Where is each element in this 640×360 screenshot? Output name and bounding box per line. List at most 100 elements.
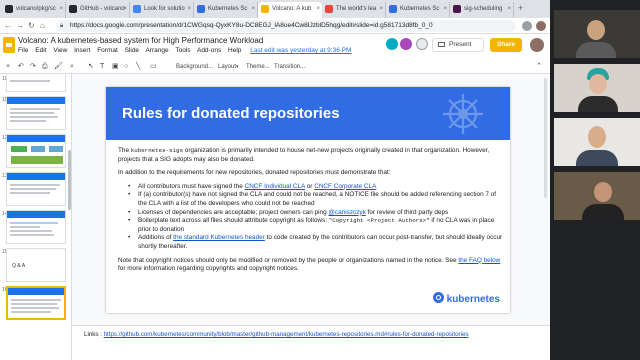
comment-icon[interactable]: ▭ xyxy=(150,61,157,73)
comments-icon[interactable] xyxy=(416,38,428,50)
list-item: Licenses of dependencies are acceptable;… xyxy=(126,209,504,218)
add-slide-icon[interactable]: + xyxy=(6,61,10,73)
collaborator-avatar[interactable] xyxy=(386,38,398,50)
slide[interactable]: Rules for donated repositories The kuber… xyxy=(106,87,510,313)
undo-icon[interactable]: ↶ xyxy=(18,61,24,73)
browser-tab[interactable]: Look for solutio × xyxy=(130,2,194,18)
slide-thumbnail[interactable] xyxy=(6,172,66,206)
theme-button[interactable]: Theme... xyxy=(246,61,270,73)
tab-strip: volcano/pkg/sc × GitHub - volcano × Look f… xyxy=(0,0,550,18)
zoom-icon[interactable]: ⌕ xyxy=(70,61,74,73)
text-run: for review of third party deps xyxy=(365,208,449,216)
forward-icon[interactable]: → xyxy=(16,20,24,32)
url-input[interactable]: 🔒︎ https://docs.google.com/presentation/… xyxy=(56,20,516,32)
redo-icon[interactable]: ↷ xyxy=(30,61,36,73)
slide-thumbnail-selected[interactable] xyxy=(6,286,66,320)
kubernetes-header-link[interactable]: the standard Kubernetes header xyxy=(173,234,265,241)
tab-label: volcano/pkg/sc xyxy=(16,6,56,12)
print-icon[interactable]: ⎙ xyxy=(42,61,48,73)
kubernetes-wheel-icon xyxy=(432,292,444,303)
participant-tile[interactable] xyxy=(554,10,640,58)
faq-link[interactable]: the FAQ below xyxy=(458,257,500,264)
cncf-corporate-cla-link[interactable]: CNCF Corporate CLA xyxy=(314,183,376,190)
close-icon[interactable]: × xyxy=(443,2,447,16)
close-icon[interactable]: × xyxy=(379,2,383,16)
menu-add-ons[interactable]: Add-ons xyxy=(197,47,221,54)
close-icon[interactable]: × xyxy=(507,2,511,16)
close-icon[interactable]: × xyxy=(251,2,255,16)
browser-tab[interactable]: Kubernetes Sc × xyxy=(386,2,450,18)
requirement-paragraph: In addition to the requirements for new … xyxy=(118,169,391,177)
browser-tab[interactable]: sig-scheduling × xyxy=(450,2,514,18)
transition-button[interactable]: Transition... xyxy=(274,61,305,73)
participant-tile[interactable] xyxy=(554,64,640,112)
list-item: All contributors must have signed the CN… xyxy=(126,183,504,192)
share-button[interactable]: Share xyxy=(490,38,522,52)
caniszczyk-link[interactable]: @caniszczyk xyxy=(328,209,365,216)
participant-body xyxy=(576,42,616,58)
github-icon xyxy=(5,5,13,13)
site-icon xyxy=(325,5,333,13)
slide-thumbnail[interactable] xyxy=(6,74,66,92)
present-button[interactable]: Present xyxy=(432,38,484,52)
profile-icon[interactable] xyxy=(536,21,546,31)
line-icon[interactable]: ╲ xyxy=(136,61,140,73)
menu-tools[interactable]: Tools xyxy=(175,47,190,54)
paint-format-icon[interactable]: 🖌︎ xyxy=(54,61,63,73)
extension-icon[interactable] xyxy=(522,21,532,31)
menu-insert[interactable]: Insert xyxy=(74,47,90,54)
menu-slide[interactable]: Slide xyxy=(125,47,139,54)
tab-label: Volcano: A kub xyxy=(272,6,312,12)
shape-icon[interactable]: ○ xyxy=(124,61,128,73)
browser-tab-active[interactable]: Volcano: A kub × xyxy=(258,2,322,18)
participant-body xyxy=(582,204,624,220)
textbox-icon[interactable]: T xyxy=(100,61,104,73)
participant-tile[interactable] xyxy=(554,118,640,166)
collaborator-avatar[interactable] xyxy=(400,38,412,50)
select-icon[interactable]: ↖ xyxy=(88,61,94,73)
back-icon[interactable]: ← xyxy=(4,20,12,32)
slide-body[interactable]: The kubernetes-sigs organization is prim… xyxy=(118,147,504,279)
chevron-up-icon[interactable]: ⌃ xyxy=(536,61,542,73)
browser-tab[interactable]: GitHub - volcano × xyxy=(66,2,130,18)
new-tab-icon[interactable]: + xyxy=(518,2,523,14)
close-icon[interactable]: × xyxy=(59,2,63,16)
document-title[interactable]: Volcano: A kubernetes-based system for H… xyxy=(18,36,263,45)
tab-label: GitHub - volcano xyxy=(80,6,125,12)
browser-tab[interactable]: Kubernetes Sc × xyxy=(194,2,258,18)
menu-edit[interactable]: Edit xyxy=(35,47,46,54)
speaker-notes[interactable]: Links : https://github.com/kubernetes/co… xyxy=(72,325,550,360)
filmstrip-scrollbar[interactable] xyxy=(68,150,71,210)
slide-thumbnail[interactable] xyxy=(6,96,66,130)
notes-link[interactable]: https://github.com/kubernetes/community/… xyxy=(104,331,469,338)
layout-button[interactable]: Layout xyxy=(218,61,236,73)
menu-arrange[interactable]: Arrange xyxy=(146,47,169,54)
slide-title[interactable]: Rules for donated repositories xyxy=(122,105,340,122)
background-button[interactable]: Background... xyxy=(176,61,213,73)
menu-help[interactable]: Help xyxy=(228,47,241,54)
chevron-down-icon[interactable]: ▾ xyxy=(236,61,239,73)
close-icon[interactable]: × xyxy=(316,2,320,16)
close-icon[interactable]: × xyxy=(187,2,191,16)
menu-file[interactable]: File xyxy=(18,47,28,54)
close-icon[interactable]: × xyxy=(123,2,127,16)
text-run: All contributors must have signed the xyxy=(138,182,245,190)
menu-format[interactable]: Format xyxy=(97,47,118,54)
slides-logo-icon[interactable] xyxy=(3,37,15,53)
user-avatar[interactable] xyxy=(530,38,544,52)
menu-view[interactable]: View xyxy=(53,47,67,54)
browser-tab[interactable]: The world's lea × xyxy=(322,2,386,18)
participant-tile[interactable] xyxy=(554,172,640,220)
slide-thumbnail[interactable]: Q & A xyxy=(6,248,66,282)
slide-thumbnail[interactable] xyxy=(6,210,66,244)
canvas-scrollbar[interactable] xyxy=(544,78,547,198)
notes-text: Links : https://github.com/kubernetes/co… xyxy=(84,331,469,338)
cncf-individual-cla-link[interactable]: CNCF Individual CLA xyxy=(245,183,305,190)
reload-icon[interactable]: ↻ xyxy=(28,20,35,32)
tab-label: sig-scheduling xyxy=(464,6,503,12)
image-icon[interactable]: ▣ xyxy=(112,61,119,73)
last-edit-link[interactable]: Last edit was yesterday at 9:36 PM xyxy=(250,47,351,54)
browser-tab[interactable]: volcano/pkg/sc × xyxy=(2,2,66,18)
slide-thumbnail[interactable] xyxy=(6,134,66,168)
home-icon[interactable]: ⌂ xyxy=(40,20,45,32)
